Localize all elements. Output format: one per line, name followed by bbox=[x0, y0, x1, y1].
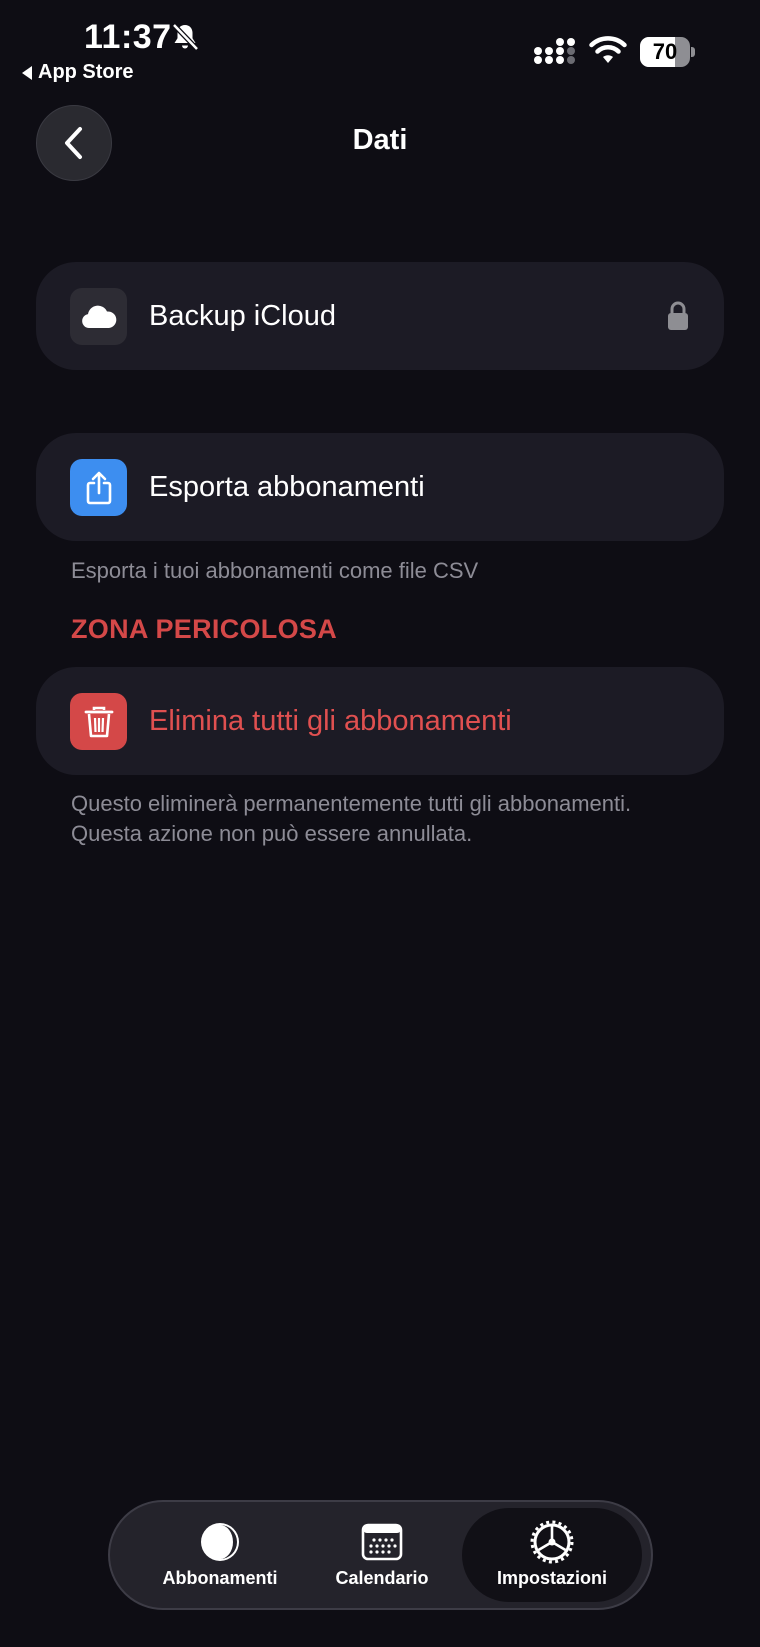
trash-icon bbox=[70, 693, 127, 750]
battery-indicator: 70 bbox=[640, 37, 695, 67]
tab-label: Abbonamenti bbox=[162, 1568, 278, 1588]
cellular-signal-icon bbox=[534, 38, 575, 64]
share-icon bbox=[70, 459, 127, 516]
half-circle-icon bbox=[201, 1523, 239, 1561]
icloud-backup-row[interactable]: Backup iCloud bbox=[36, 262, 724, 370]
tab-bar: Abbonamenti Calendario Impostazioni bbox=[108, 1500, 653, 1610]
delete-caption-line1: Questo eliminerà permanentemente tutti g… bbox=[71, 791, 632, 816]
delete-caption-line2: Questa azione non può essere annullata. bbox=[71, 821, 473, 846]
page-title: Dati bbox=[352, 124, 408, 156]
tab-impostazioni[interactable]: Impostazioni bbox=[462, 1508, 642, 1602]
status-time: 11:37 bbox=[84, 18, 172, 56]
delete-all-label: Elimina tutti gli abbonamenti bbox=[149, 704, 512, 737]
back-app-label: App Store bbox=[38, 61, 134, 83]
bell-slash-icon bbox=[172, 23, 199, 51]
tab-label: Impostazioni bbox=[496, 1568, 607, 1588]
delete-caption: Questo eliminerà permanentemente tutti g… bbox=[71, 789, 631, 849]
gear-icon bbox=[530, 1520, 574, 1564]
cloud-icon bbox=[70, 288, 127, 345]
tab-calendario[interactable]: Calendario bbox=[292, 1508, 472, 1602]
wifi-icon bbox=[589, 36, 627, 63]
export-subscriptions-row[interactable]: Esporta abbonamenti bbox=[36, 433, 724, 541]
export-caption: Esporta i tuoi abbonamenti come file CSV bbox=[71, 558, 479, 583]
tab-label: Calendario bbox=[335, 1568, 429, 1588]
back-to-app-store[interactable]: App Store bbox=[22, 61, 134, 84]
lock-icon bbox=[668, 301, 688, 330]
tab-abbonamenti[interactable]: Abbonamenti bbox=[130, 1508, 310, 1602]
calendar-icon bbox=[361, 1523, 403, 1561]
danger-zone-heading: ZONA PERICOLOSA bbox=[71, 614, 338, 644]
battery-percent: 70 bbox=[652, 39, 678, 64]
back-triangle-icon bbox=[22, 65, 32, 80]
export-subscriptions-label: Esporta abbonamenti bbox=[149, 470, 425, 503]
icloud-backup-label: Backup iCloud bbox=[149, 299, 336, 332]
delete-all-row[interactable]: Elimina tutti gli abbonamenti bbox=[36, 667, 724, 775]
